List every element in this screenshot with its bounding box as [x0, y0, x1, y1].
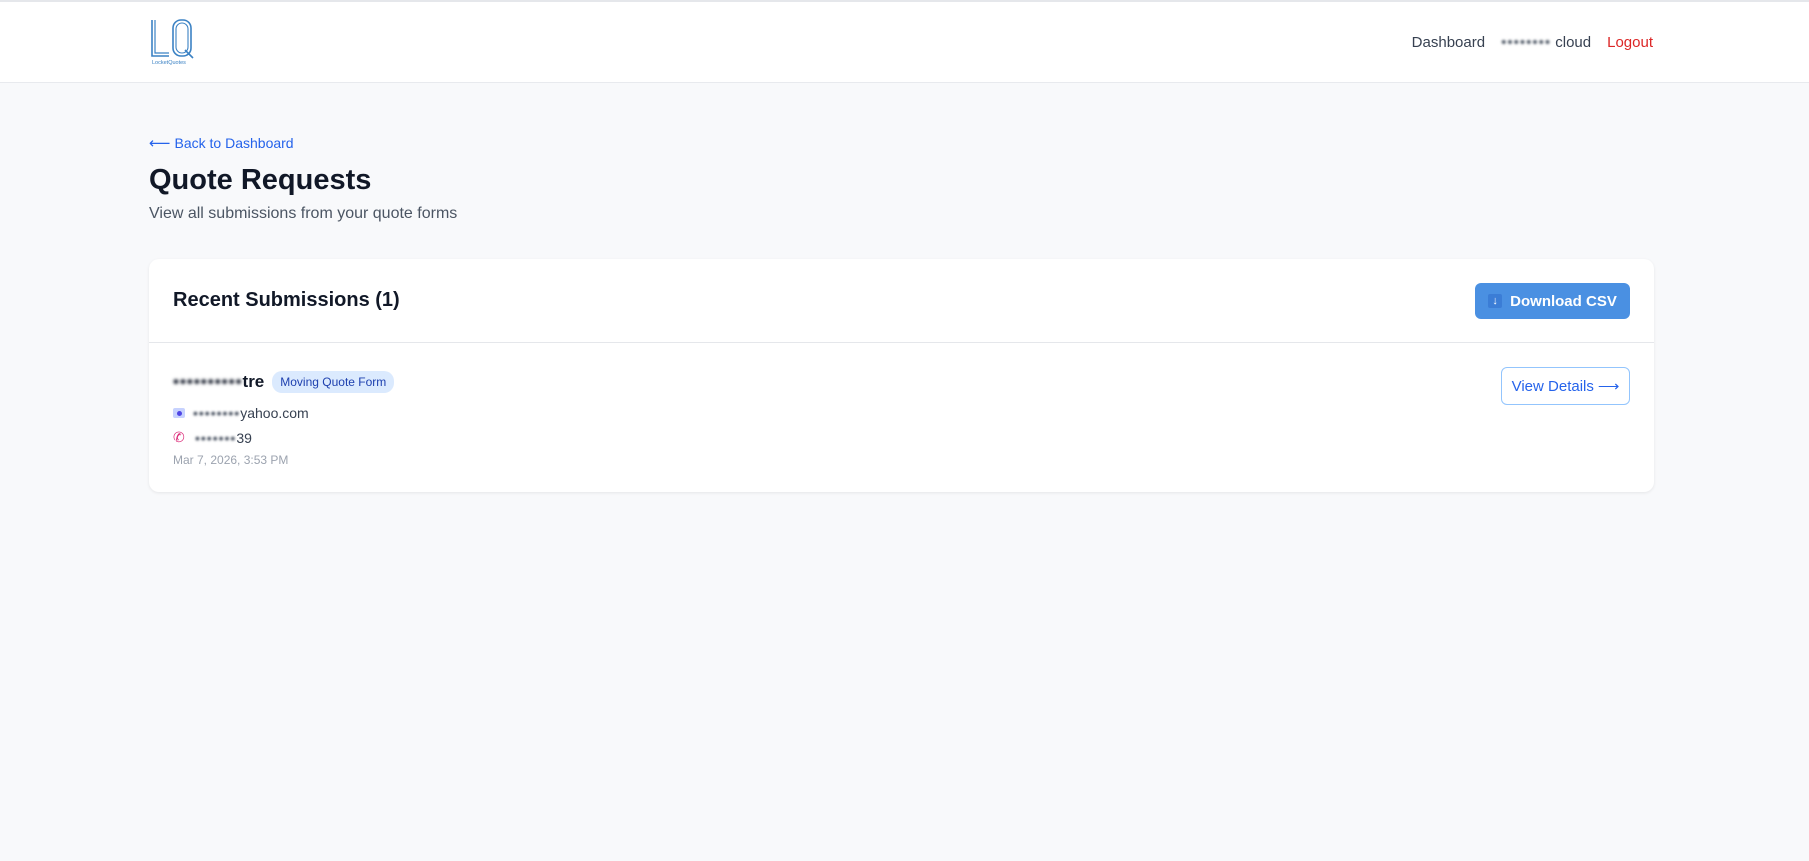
page-title: Quote Requests [149, 164, 372, 196]
submission-phone: ✆ •••••••39 [173, 429, 252, 446]
phone-redacted: ••••••• [195, 429, 237, 446]
app-logo[interactable]: LocketQuotes [149, 18, 197, 68]
back-link-label: Back to Dashboard [174, 135, 294, 151]
submission-email: ••••••••yahoo.com [173, 405, 309, 421]
page-subtitle: View all submissions from your quote for… [149, 205, 458, 222]
submission-name: ••••••••••tre [173, 372, 264, 392]
user-name-suffix: cloud [1555, 34, 1592, 51]
phone-icon: ✆ [173, 429, 185, 445]
view-details-label: View Details [1511, 377, 1594, 395]
user-name-redacted: •••••••• [1501, 34, 1552, 51]
email-redacted: •••••••• [193, 405, 241, 421]
card-header: Recent Submissions (1) ↓ Download CSV [149, 259, 1654, 343]
phone-tail: 39 [236, 429, 252, 446]
download-csv-button[interactable]: ↓ Download CSV [1475, 283, 1630, 319]
form-type-badge: Moving Quote Form [272, 371, 395, 393]
submissions-card: Recent Submissions (1) ↓ Download CSV ••… [149, 259, 1654, 492]
submission-name-line: ••••••••••tre Moving Quote Form [173, 371, 395, 393]
back-to-dashboard-link[interactable]: ⟵ Back to Dashboard [149, 134, 1654, 152]
submission-name-redacted: •••••••••• [173, 372, 243, 391]
arrow-right-icon: ⟶ [1597, 378, 1620, 395]
arrow-left-icon: ⟵ [149, 135, 171, 152]
submissions-title: Recent Submissions (1) [173, 289, 400, 311]
logo-icon: LocketQuotes [151, 19, 194, 66]
top-header: LocketQuotes Dashboard •••••••• cloud Lo… [0, 2, 1809, 83]
view-details-button[interactable]: View Details ⟶ [1501, 367, 1630, 405]
page-main: ⟵ Back to Dashboard Quote Requests View … [149, 134, 1654, 223]
nav-dashboard-link[interactable]: Dashboard [1412, 34, 1485, 51]
nav-logout-link[interactable]: Logout [1607, 34, 1653, 51]
logo-caption: LocketQuotes [152, 60, 186, 66]
download-icon: ↓ [1488, 294, 1503, 308]
submission-name-visible: tre [242, 372, 265, 391]
download-csv-label: Download CSV [1510, 292, 1617, 310]
email-domain: yahoo.com [240, 405, 309, 421]
submission-row: ••••••••••tre Moving Quote Form ••••••••… [149, 343, 1654, 491]
nav-user-label: •••••••• cloud [1501, 34, 1591, 51]
submission-date: Mar 7, 2026, 3:53 PM [173, 453, 289, 467]
email-icon [173, 408, 185, 418]
top-nav: Dashboard •••••••• cloud Logout [1412, 34, 1653, 51]
